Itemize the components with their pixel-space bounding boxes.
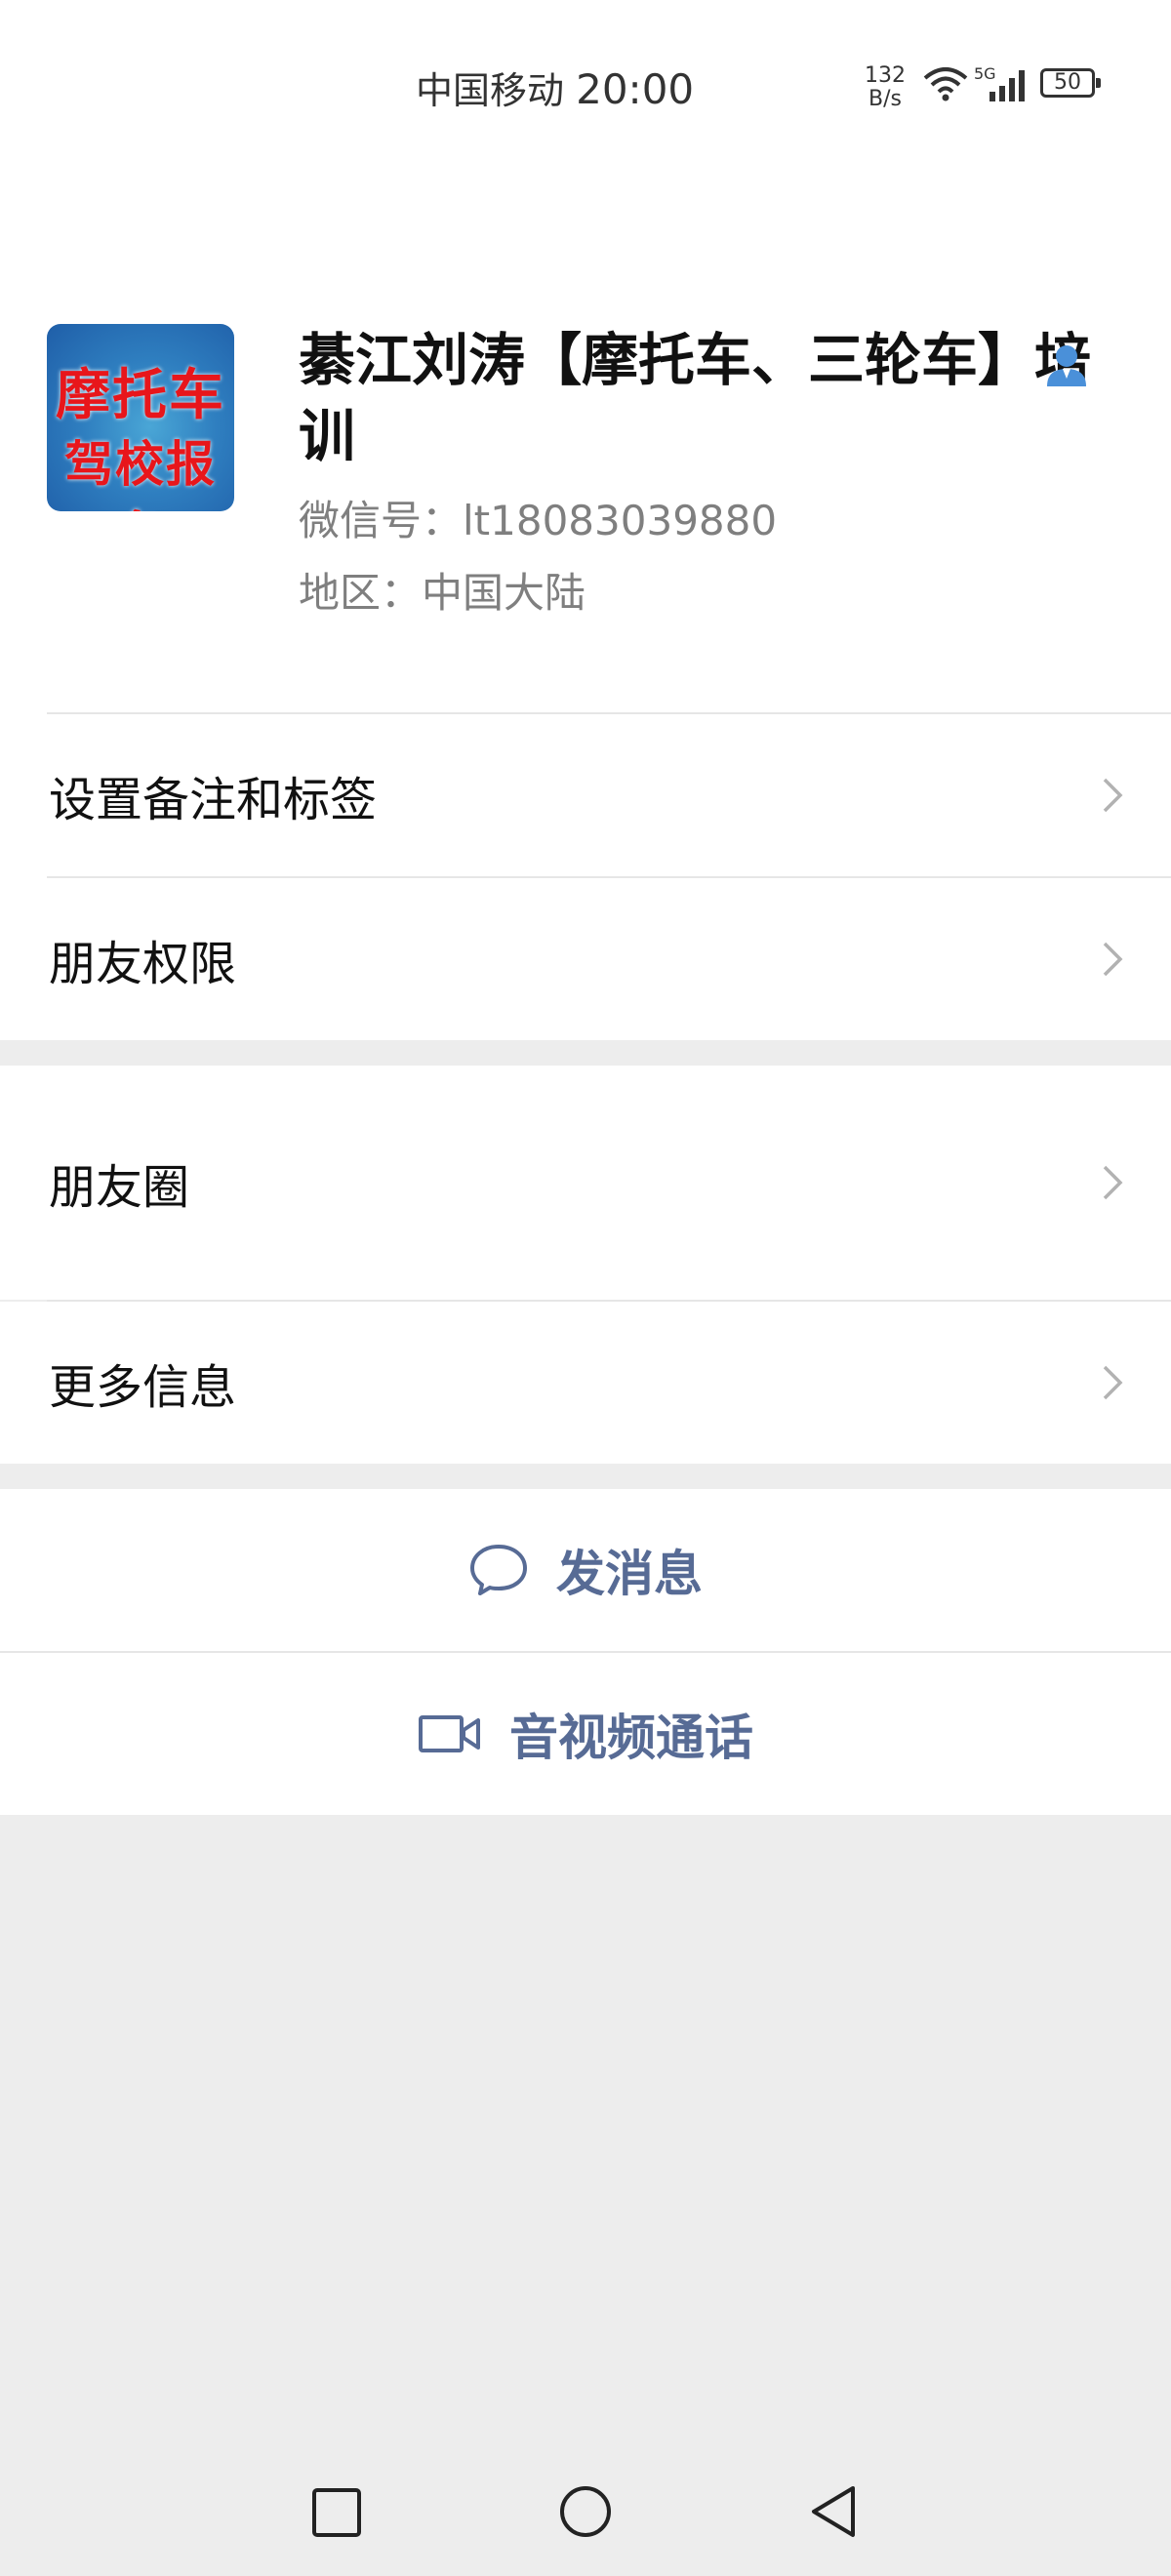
av-call-button[interactable]: 音视频通话 <box>0 1653 1171 1815</box>
moments-row[interactable]: 朋友圈 <box>0 1066 1171 1300</box>
clock: 20:00 <box>576 65 695 113</box>
chevron-right-icon <box>1103 778 1123 813</box>
more-info-label: 更多信息 <box>49 1360 237 1415</box>
video-camera-icon <box>419 1715 480 1752</box>
contact-name-text: 綦江刘涛【摩托车、三轮车】培训 <box>299 327 1092 469</box>
person-badge-icon <box>1047 345 1086 386</box>
avatar-text-line1: 摩托车 <box>56 364 225 427</box>
home-icon[interactable] <box>558 2484 613 2539</box>
remark-tags-row[interactable]: 设置备注和标签 <box>0 714 1171 876</box>
net-speed-value: 132 <box>865 63 906 88</box>
send-message-button[interactable]: 发消息 <box>0 1489 1171 1651</box>
avatar-text-line2: 驾校报名 <box>64 436 217 511</box>
chat-bubble-icon <box>470 1545 527 1595</box>
send-message-label: 发消息 <box>556 1546 703 1602</box>
back-triangle-icon[interactable] <box>808 2484 859 2539</box>
carrier-name: 中国移动 <box>416 69 565 112</box>
moments-label: 朋友圈 <box>49 1160 190 1215</box>
recent-apps-icon[interactable] <box>310 2486 363 2539</box>
friend-permissions-row[interactable]: 朋友权限 <box>0 878 1171 1040</box>
carrier-and-time: 中国移动 20:00 <box>416 60 694 114</box>
contact-name: 綦江刘涛【摩托车、三轮车】培训 <box>299 322 1099 474</box>
wifi-icon <box>923 67 968 101</box>
region: 地区：中国大陆 <box>299 569 586 617</box>
remark-tags-label: 设置备注和标签 <box>49 773 378 827</box>
more-info-row[interactable]: 更多信息 <box>0 1302 1171 1464</box>
chevron-right-icon <box>1103 1165 1123 1200</box>
friend-permissions-label: 朋友权限 <box>49 937 237 991</box>
chevron-right-icon <box>1103 942 1123 977</box>
battery-indicator: 50 <box>1040 68 1101 98</box>
signal-strength-icon <box>989 70 1025 101</box>
status-bar: 中国移动 20:00 132 B/s 5G 50 <box>0 0 1171 176</box>
wechat-id: 微信号：lt18083039880 <box>299 497 778 544</box>
net-speed: 132 B/s <box>865 64 906 111</box>
chevron-right-icon <box>1103 1365 1123 1400</box>
av-call-label: 音视频通话 <box>509 1710 753 1766</box>
avatar[interactable]: 摩托车 驾校报名 <box>47 324 234 511</box>
net-speed-unit: B/s <box>868 87 902 111</box>
